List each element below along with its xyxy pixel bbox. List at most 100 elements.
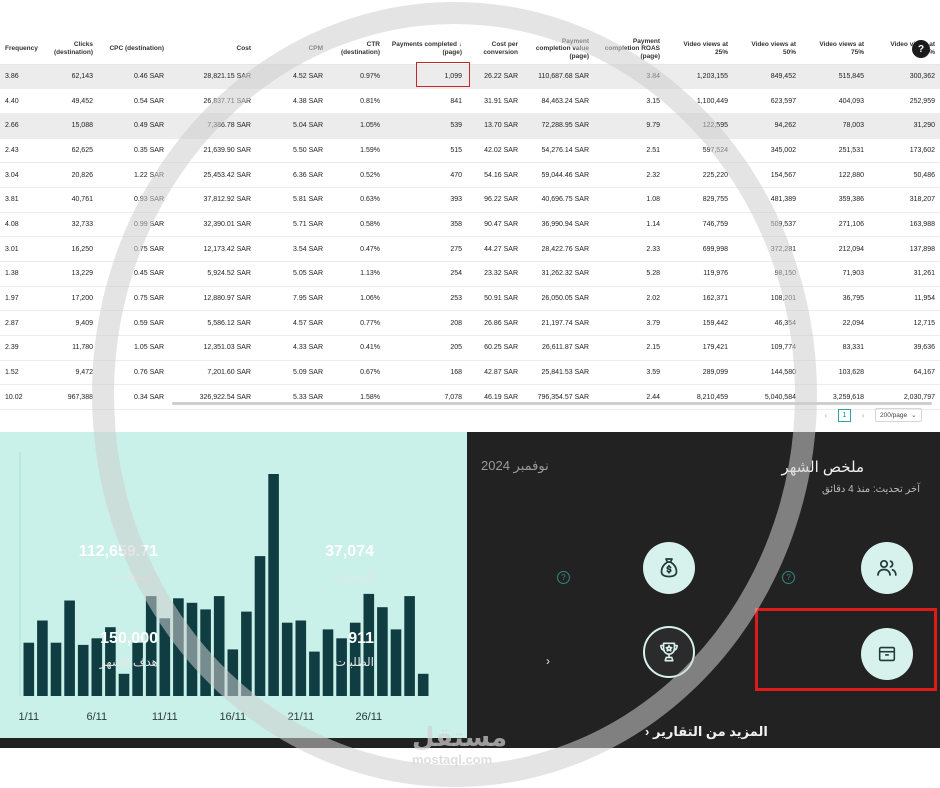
table-cell: 2.39 (0, 335, 40, 361)
prev-page-icon[interactable]: ‹ (820, 409, 832, 421)
table-row[interactable]: 4.40 49,452 0.54 SAR 26,837.71 SAR 4.38 SAR 0… (0, 88, 940, 114)
table-row[interactable]: 3.86 62,143 0.46 SAR 28,821.15 SAR 4.52 SAR 0… (0, 64, 940, 90)
page-size-value: 200/page (880, 411, 908, 419)
table-cell: 25,841.53 SAR (523, 360, 594, 386)
table-cell: 849,452 (733, 64, 801, 90)
table-row[interactable]: 3.04 20,826 1.22 SAR 25,453.42 SAR 6.36 SAR 0… (0, 162, 940, 188)
chart-bar[interactable] (77, 644, 89, 696)
column-header[interactable]: Frequency (0, 34, 40, 65)
table-row[interactable]: 2.39 11,780 1.05 SAR 12,351.03 SAR 4.33 SAR 0… (0, 335, 940, 361)
help-icon[interactable]: ? (912, 40, 930, 58)
table-cell: 103,628 (801, 360, 869, 386)
chart-bar[interactable] (390, 629, 402, 696)
table-row[interactable]: 3.01 16,250 0.75 SAR 12,173.42 SAR 3.54 SAR 0… (0, 236, 940, 262)
chart-bar[interactable] (50, 642, 62, 696)
table-cell: 3.15 (594, 88, 665, 114)
table-cell: 22,094 (801, 310, 869, 337)
chart-bar[interactable] (404, 596, 415, 696)
table-cell: 110,687.68 SAR (523, 64, 594, 90)
table-row[interactable]: 4.08 32,733 0.99 SAR 32,390.01 SAR 5.71 SAR 0… (0, 212, 940, 238)
column-header[interactable]: Cost (169, 34, 256, 65)
chart-bar[interactable] (322, 629, 334, 696)
table-cell: 393 (385, 187, 467, 213)
table-total-row[interactable]: 10.02 967,388 0.34 SAR 326,922.54 SAR 5.33 S… (0, 384, 940, 411)
column-header[interactable]: Video views at 75% (801, 34, 869, 65)
horizontal-scrollbar[interactable] (172, 402, 932, 405)
orders-highlight-frame (755, 608, 937, 691)
chart-bar[interactable] (213, 596, 225, 696)
table-cell: 326,922.54 SAR (169, 384, 256, 411)
chart-bar[interactable] (241, 611, 252, 696)
page-size-select[interactable]: 200/page ⌄ (875, 408, 922, 422)
more-reports-link[interactable]: المزيد من التقارير ‹ (645, 724, 768, 740)
chart-bar[interactable] (64, 600, 75, 697)
chevron-left-icon: ‹ (645, 724, 650, 739)
column-header[interactable]: CPC (destination) (98, 34, 169, 65)
table-cell: 967,388 (40, 384, 98, 411)
chart-bar[interactable] (254, 556, 266, 696)
table-cell: 26,050.05 SAR (523, 286, 594, 312)
chart-bar[interactable] (159, 618, 171, 696)
chart-bar[interactable] (200, 609, 211, 696)
table-cell: 26.86 SAR (467, 310, 523, 337)
table-cell: 3.04 (0, 162, 40, 188)
next-page-icon[interactable]: › (857, 409, 869, 421)
page-number-button[interactable]: 1 (838, 408, 851, 422)
table-row[interactable]: 1.38 13,229 0.45 SAR 5,924.52 SAR 5.05 SAR 1.… (0, 261, 940, 287)
chart-bar[interactable] (118, 673, 130, 696)
table-cell: 137,898 (869, 236, 940, 262)
chart-bar[interactable] (173, 598, 184, 696)
table-cell: 5.09 SAR (256, 360, 328, 386)
visits-value: 37,074 (325, 543, 374, 560)
table-cell: 40,761 (40, 187, 98, 213)
table-cell: 252,959 (869, 88, 940, 114)
help-icon[interactable]: ? (557, 571, 570, 584)
chart-bar[interactable] (23, 642, 35, 696)
chart-bar[interactable] (309, 651, 320, 696)
x-tick-label: 26/11 (355, 711, 382, 723)
column-header[interactable]: Cost per conversion (467, 34, 523, 65)
table-row[interactable]: 2.43 62,625 0.35 SAR 21,639.90 SAR 5.50 SAR 1… (0, 138, 940, 164)
chart-bar[interactable] (268, 474, 279, 696)
chart-bar[interactable] (186, 602, 198, 696)
ads-report-panel: Frequency Clicks (destination) CPC (destin… (0, 0, 940, 430)
column-header[interactable]: Clicks (destination) (40, 34, 98, 65)
table-cell: 13.70 SAR (467, 113, 523, 139)
table-cell: 515 (385, 138, 467, 164)
table-cell: 5.04 SAR (256, 113, 328, 139)
column-header[interactable]: Payment completion ROAS (page) (594, 34, 665, 65)
chart-bar[interactable] (417, 673, 429, 696)
column-header[interactable]: Video views at 50% (733, 34, 801, 65)
chart-bar[interactable] (37, 620, 48, 697)
chart-bar[interactable] (227, 649, 239, 696)
table-cell: 10.02 (0, 384, 40, 411)
table-cell: 275 (385, 236, 467, 262)
table-row[interactable]: 2.87 9,409 0.59 SAR 5,586.12 SAR 4.57 SAR 0.7… (0, 310, 940, 337)
table-cell: 2.02 (594, 286, 665, 312)
column-header[interactable]: Payments completed ↓ (page) (385, 34, 467, 65)
table-cell: 49,452 (40, 88, 98, 114)
column-header[interactable]: CTR (destination) (328, 34, 385, 65)
table-cell: 60.25 SAR (467, 335, 523, 361)
table-row[interactable]: 2.66 15,088 0.49 SAR 7,386.78 SAR 5.04 SAR 1.… (0, 113, 940, 139)
table-cell: 0.49 SAR (98, 113, 169, 139)
table-row[interactable]: 1.97 17,200 0.75 SAR 12,880.97 SAR 7.95 SAR 1… (0, 286, 940, 312)
column-header[interactable]: CPM (256, 34, 328, 65)
table-cell: 225,220 (665, 162, 733, 188)
column-header[interactable]: Video views at 25% (665, 34, 733, 65)
table-row[interactable]: 1.52 9,472 0.76 SAR 7,201.60 SAR 5.09 SAR 0.6… (0, 360, 940, 386)
table-cell: 4.40 (0, 88, 40, 114)
column-header[interactable]: Payment completion value (page) (523, 34, 594, 65)
table-cell: 5.05 SAR (256, 261, 328, 287)
table-cell: 9,472 (40, 360, 98, 386)
chart-bar[interactable] (377, 607, 388, 696)
table-cell: 470 (385, 162, 467, 188)
chart-bar[interactable] (295, 620, 307, 697)
table-cell: 345,002 (733, 138, 801, 164)
table-row[interactable]: 3.81 40,761 0.93 SAR 37,812.92 SAR 5.81 SAR 0… (0, 187, 940, 213)
help-icon[interactable]: ? (782, 571, 795, 584)
chart-bar[interactable] (281, 622, 293, 696)
table-cell: 1.22 SAR (98, 162, 169, 188)
table-cell: 119,976 (665, 261, 733, 287)
chart-bar[interactable] (132, 642, 143, 696)
